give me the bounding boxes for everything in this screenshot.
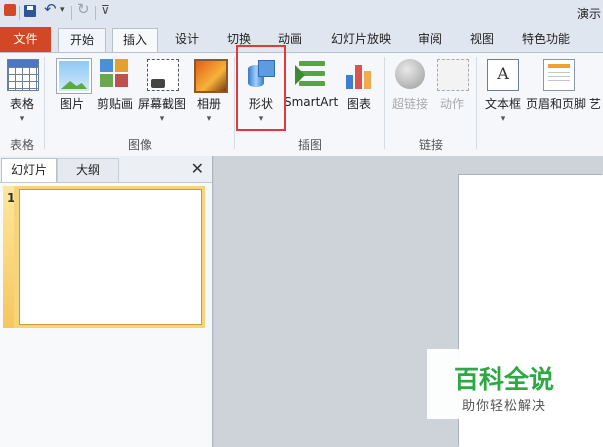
watermark-title: 百科全说 (453, 365, 554, 394)
group-label-links: 链接 (418, 138, 443, 152)
window-title: 演示 (576, 7, 601, 21)
album-button[interactable]: 相册 ▾ (190, 53, 228, 133)
tab-slideshow[interactable]: 幻灯片放映 (323, 28, 399, 52)
group-separator (44, 57, 45, 149)
undo-dropdown-icon[interactable]: ▾ (60, 5, 65, 15)
wordart-button[interactable]: 艺 (589, 53, 603, 133)
slide-thumbnail[interactable] (19, 189, 202, 325)
qat-separator (95, 6, 96, 20)
group-separator (384, 57, 385, 149)
picture-icon (57, 59, 91, 93)
undo-icon[interactable]: ↶ (44, 1, 57, 17)
title-bar: ↶ ▾ ↻ ⊽ 演示 (0, 0, 603, 27)
close-icon[interactable]: ✕ (191, 159, 204, 178)
tab-home[interactable]: 开始 (58, 28, 106, 52)
textbox-button[interactable]: A 文本框 ▾ (482, 53, 524, 133)
action-button[interactable]: 动作 (434, 53, 470, 133)
tab-review[interactable]: 审阅 (410, 28, 450, 52)
action-icon (437, 59, 469, 91)
chart-icon (344, 59, 374, 89)
tab-special-features[interactable]: 特色功能 (514, 28, 578, 52)
highlight-box (236, 45, 286, 131)
tab-file[interactable]: 文件 (0, 27, 51, 52)
tab-insert[interactable]: 插入 (112, 28, 158, 53)
qat-separator (71, 6, 72, 20)
chart-button[interactable]: 图表 (340, 53, 378, 133)
clipart-button[interactable]: 剪贴画 (94, 53, 136, 133)
hyperlink-button[interactable]: 超链接 (388, 53, 432, 133)
picture-button[interactable]: 图片 (52, 53, 92, 133)
header-footer-icon (543, 59, 575, 91)
tab-outline[interactable]: 大纲 (57, 158, 119, 182)
chevron-down-icon: ▾ (19, 114, 25, 124)
customize-quick-access-icon[interactable]: ⊽ (101, 3, 110, 17)
textbox-icon: A (487, 59, 519, 91)
qat-separator (19, 6, 20, 20)
tab-slides[interactable]: 幻灯片 (1, 158, 57, 182)
table-button[interactable]: 表格 ▾ (2, 53, 42, 133)
group-label-images: 图像 (127, 138, 152, 152)
screenshot-icon (147, 59, 179, 91)
smartart-button[interactable]: SmartArt (284, 53, 338, 133)
chevron-down-icon: ▾ (500, 114, 506, 124)
chevron-down-icon: ▾ (206, 114, 212, 124)
header-footer-button[interactable]: 页眉和页脚 (524, 53, 588, 133)
photo-album-icon (194, 59, 228, 93)
slides-pane-tabs: 幻灯片 大纲 ✕ (0, 156, 212, 183)
smartart-icon (295, 59, 325, 89)
thumbnail-selection-strip (3, 186, 14, 328)
watermark: 百科全说 助你轻松解决 (427, 349, 581, 419)
tab-view[interactable]: 视图 (462, 28, 502, 52)
powerpoint-logo-icon[interactable] (4, 4, 16, 16)
slides-pane: 幻灯片 大纲 ✕ 1 (0, 156, 213, 447)
tab-design[interactable]: 设计 (167, 28, 207, 52)
ribbon: 表格 ▾ 表格 图片 剪贴画 屏幕截图 ▾ 相册 ▾ 图像 形状 ▾ Smart… (0, 52, 603, 157)
group-label-illustrations: 插图 (297, 138, 322, 152)
screenshot-button[interactable]: 屏幕截图 ▾ (136, 53, 188, 133)
hyperlink-globe-icon (395, 59, 425, 89)
chevron-down-icon: ▾ (159, 114, 165, 124)
watermark-subtitle: 助你轻松解决 (461, 399, 546, 414)
group-separator (476, 57, 477, 149)
slide-thumbnails: 1 (0, 183, 212, 447)
redo-icon[interactable]: ↻ (77, 1, 90, 17)
group-separator (234, 57, 235, 149)
group-label-tables: 表格 (9, 138, 34, 152)
table-icon (7, 59, 39, 91)
save-icon[interactable] (24, 5, 36, 17)
clipart-icon (100, 59, 130, 89)
ribbon-tab-bar: 开始 插入 设计 切换 动画 幻灯片放映 审阅 视图 特色功能 (0, 26, 603, 53)
